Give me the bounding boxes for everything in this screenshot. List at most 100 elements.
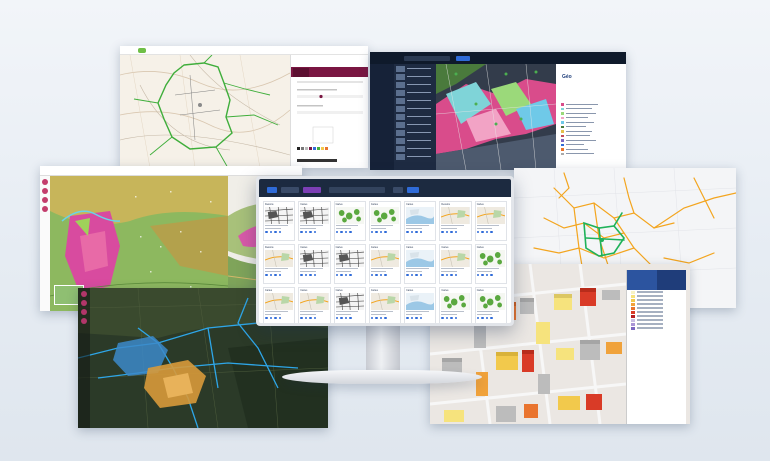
action-icon[interactable] [344,230,348,234]
action-icon[interactable] [379,230,383,234]
action-icon[interactable] [335,230,339,234]
action-icon[interactable] [278,230,281,234]
list-item[interactable] [396,121,434,128]
catalog-card[interactable]: Cartes [474,201,507,241]
action-icon[interactable] [278,316,281,320]
action-icon[interactable] [349,273,352,277]
action-icon[interactable] [384,230,387,234]
catalog-card[interactable]: Cartes [368,287,402,323]
action-icon[interactable] [441,316,444,320]
action-icon[interactable] [349,230,352,234]
action-icon[interactable] [375,230,378,234]
tool-icon[interactable] [42,179,48,185]
card-thumbnail[interactable] [265,293,294,310]
card-thumbnail[interactable] [265,207,294,224]
card-thumbnail[interactable] [476,207,505,224]
catalog-card[interactable]: Cartes [263,287,296,323]
action-icon[interactable] [300,273,303,277]
action-icon[interactable] [370,316,374,320]
action-icon[interactable] [349,316,352,320]
card-thumbnail[interactable] [335,250,364,267]
action-icon[interactable] [265,273,268,277]
action-icon[interactable] [450,316,453,320]
card-thumbnail[interactable] [335,207,364,224]
action-icon[interactable] [309,316,312,320]
catalog-card[interactable]: Cartes [474,244,507,284]
action-icon[interactable] [344,273,348,277]
catalog-card[interactable]: Cartes [404,287,437,323]
layer-list[interactable] [394,64,436,170]
list-item[interactable] [396,65,434,72]
action-icon[interactable] [485,230,489,234]
filter-chip[interactable] [267,187,277,193]
action-icon[interactable] [490,273,493,277]
map-toolbar[interactable] [40,176,50,311]
action-icon[interactable] [406,273,409,277]
action-icon[interactable] [313,230,317,234]
action-icon[interactable] [410,230,414,234]
tool-icon[interactable] [81,309,87,315]
list-item[interactable] [396,129,434,136]
action-icon[interactable] [384,316,387,320]
card-thumbnail[interactable] [441,207,470,224]
filter-chip[interactable] [303,187,321,193]
tab-properties[interactable] [657,270,687,290]
list-item[interactable] [396,113,434,120]
action-icon[interactable] [344,316,348,320]
action-icon[interactable] [340,316,343,320]
card-thumbnail[interactable] [441,250,470,267]
action-icon[interactable] [406,316,409,320]
catalog-card[interactable]: Cartes [298,201,331,241]
card-thumbnail[interactable] [370,293,400,310]
action-icon[interactable] [340,230,343,234]
filter-chip[interactable] [393,187,403,193]
catalog-card[interactable]: Cartes [439,244,472,284]
action-icon[interactable] [313,273,317,277]
catalog-card[interactable]: Cartes [298,244,331,284]
action-icon[interactable] [415,273,418,277]
action-icon[interactable] [476,230,480,234]
catalog-card[interactable]: Cartes [439,287,472,323]
action-icon[interactable] [375,316,378,320]
action-icon[interactable] [454,230,458,234]
catalog-card[interactable]: Cartes [368,201,402,241]
action-icon[interactable] [490,316,493,320]
side-navigation[interactable] [370,64,394,170]
card-thumbnail[interactable] [335,293,364,310]
catalog-card[interactable]: Cartes [333,244,366,284]
filter-chip[interactable] [407,187,419,193]
action-icon[interactable] [485,316,489,320]
action-icon[interactable] [269,273,272,277]
catalog-card[interactable]: Dessins [439,201,472,241]
action-icon[interactable] [419,316,423,320]
list-item[interactable] [396,153,434,160]
list-item[interactable] [396,73,434,80]
action-icon[interactable] [415,230,418,234]
style-controls[interactable] [291,77,368,168]
panel-tab-bar[interactable] [291,67,368,77]
list-item[interactable] [396,137,434,144]
action-icon[interactable] [300,230,303,234]
action-icon[interactable] [370,273,374,277]
map-toolbar[interactable] [78,288,90,428]
action-icon[interactable] [490,230,493,234]
action-icon[interactable] [441,273,444,277]
panel-tabs[interactable] [627,270,686,290]
card-thumbnail[interactable] [370,250,400,267]
tool-icon[interactable] [42,197,48,203]
catalog-card[interactable]: Cartes [333,201,366,241]
catalog-card[interactable]: Cartes [404,244,437,284]
list-item[interactable] [396,89,434,96]
action-icon[interactable] [340,273,343,277]
action-icon[interactable] [265,316,268,320]
list-item[interactable] [396,81,434,88]
action-icon[interactable] [481,316,484,320]
action-icon[interactable] [269,316,272,320]
tool-icon[interactable] [42,206,48,212]
action-icon[interactable] [313,316,317,320]
action-icon[interactable] [375,273,378,277]
action-icon[interactable] [309,230,312,234]
card-thumbnail[interactable] [406,207,435,224]
action-icon[interactable] [476,273,480,277]
action-icon[interactable] [278,273,281,277]
